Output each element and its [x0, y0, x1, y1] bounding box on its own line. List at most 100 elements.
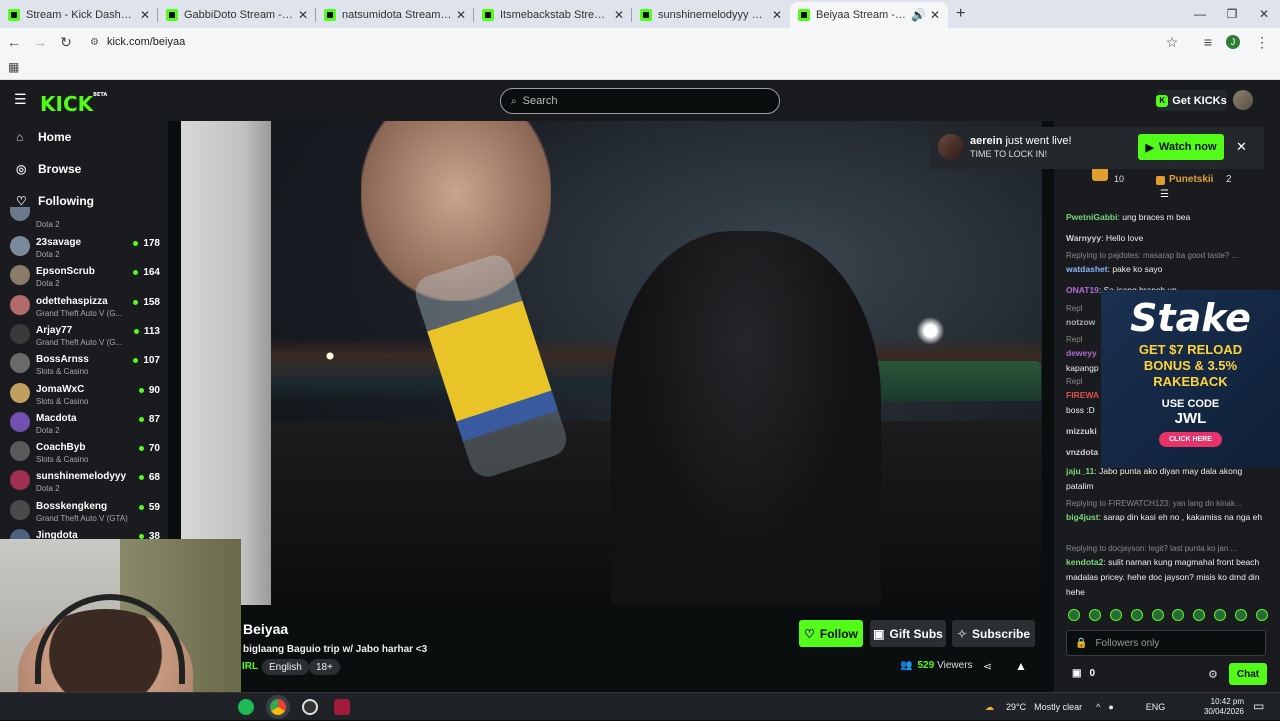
browser-tab-active[interactable]: Beiyaa Stream - Watch Live 🔊 ✕	[790, 2, 948, 28]
close-icon[interactable]: ✕	[1236, 139, 1247, 155]
sidebar-channel[interactable]: Bosskengkeng Grand Theft Auto V (GTA) 59	[10, 498, 160, 527]
sidebar-channel[interactable]: odettehaspizza Grand Theft Auto V (G... 15…	[10, 293, 160, 322]
user-avatar[interactable]	[1233, 90, 1253, 110]
chat-username[interactable]: mizzuki	[1066, 426, 1097, 436]
emote-icon[interactable]	[1214, 609, 1227, 621]
sidebar-channel[interactable]: JomaWxC Slots & Casino 90	[10, 381, 160, 410]
close-tab-icon[interactable]: ✕	[614, 8, 624, 22]
stake-ad-banner[interactable]: Stake GET $7 RELOAD BONUS & 3.5% RAKEBAC…	[1101, 290, 1280, 468]
get-kicks-button[interactable]: K Get KICKs	[1156, 90, 1227, 111]
chat-settings-gear-icon[interactable]: ⚙	[1208, 668, 1218, 681]
emote-icon[interactable]	[1130, 609, 1143, 621]
minimize-icon[interactable]: —	[1184, 0, 1216, 28]
sidebar-channel[interactable]: BossArnss Slots & Casino 107	[10, 351, 160, 380]
emote-icon[interactable]	[1151, 609, 1164, 621]
ad-click-here-button[interactable]: CLICK HERE	[1159, 432, 1222, 447]
hamburger-menu-icon[interactable]: ☰	[14, 91, 27, 108]
browser-tab[interactable]: natsumidota Stream - Watch Li ✕	[316, 2, 474, 28]
chat-reply-context[interactable]: Replying to pajdotes: masarap ba good ta…	[1066, 251, 1272, 260]
profile-avatar[interactable]: J	[1226, 35, 1240, 49]
chat-username[interactable]: PwetniGabbi	[1066, 212, 1117, 222]
browser-tab[interactable]: Itsmebackstab Stream - Watch ✕	[474, 2, 632, 28]
close-tab-icon[interactable]: ✕	[772, 8, 782, 22]
stream-category[interactable]: IRL	[242, 661, 258, 672]
close-window-icon[interactable]: ✕	[1248, 0, 1280, 28]
sidebar-item-following[interactable]: ♡ Following	[16, 194, 94, 208]
follow-button[interactable]: ♡ Follow	[799, 620, 863, 647]
chat-username[interactable]: deweyy	[1066, 348, 1097, 358]
browser-tab[interactable]: sunshinemelodyyy Stream - Wa ✕	[632, 2, 790, 28]
mic-icon[interactable]: ●	[1108, 702, 1113, 712]
subscribe-button[interactable]: ✧ Subscribe	[952, 620, 1035, 647]
expand-leaderboard-icon[interactable]: ☰	[1160, 189, 1169, 200]
report-warning-icon[interactable]: ▲	[1015, 659, 1027, 673]
video-player[interactable]	[181, 121, 1042, 605]
spotify-icon[interactable]	[238, 699, 254, 715]
restore-icon[interactable]: ❐	[1216, 0, 1248, 28]
kick-logo[interactable]: KICKBETA	[40, 92, 107, 116]
close-tab-icon[interactable]: ✕	[140, 8, 150, 22]
back-icon[interactable]: ←	[2, 34, 26, 50]
chat-username[interactable]: kendota2	[1066, 557, 1103, 567]
chat-username[interactable]: vnzdota	[1066, 447, 1098, 457]
media-control-icon[interactable]: ≡	[1196, 34, 1220, 50]
close-tab-icon[interactable]: ✕	[930, 8, 940, 22]
chat-reply-context[interactable]: Replying to FIREWATCH123: yan lang dn ki…	[1066, 499, 1272, 508]
emote-icon[interactable]	[1088, 609, 1101, 621]
sidebar-channel[interactable]: Arjay77 Grand Theft Auto V (G... 113	[10, 322, 160, 351]
tag-language[interactable]: English	[262, 659, 309, 675]
tag-mature[interactable]: 18+	[309, 659, 340, 675]
chat-username[interactable]: big4just	[1066, 512, 1099, 522]
chat-send-button[interactable]: Chat	[1229, 663, 1267, 685]
emote-icon[interactable]	[1193, 609, 1206, 621]
emote-icon[interactable]	[1068, 609, 1080, 621]
forward-icon[interactable]: →	[28, 34, 52, 50]
sidebar-channel[interactable]: EpsonScrub Dota 2 164	[10, 263, 160, 292]
chat-username[interactable]: notzow	[1066, 317, 1095, 327]
site-info-icon[interactable]: ⚙	[90, 37, 99, 48]
sidebar-item-browse[interactable]: ◎ Browse	[16, 162, 81, 176]
kicks-balance[interactable]: ▣ 0	[1072, 668, 1095, 679]
chat-username[interactable]: watdashet	[1066, 264, 1108, 274]
chat-username[interactable]: FIREWA	[1066, 390, 1099, 400]
emote-icon[interactable]	[1109, 609, 1122, 621]
sidebar-item-home[interactable]: ⌂ Home	[16, 130, 71, 144]
chat-username[interactable]: Warnyyy	[1066, 233, 1101, 243]
emote-icon[interactable]	[1172, 609, 1185, 621]
chat-username[interactable]: ONAT19	[1066, 285, 1099, 295]
search-input[interactable]: ⌕ Search	[500, 88, 780, 114]
system-clock[interactable]: 10:42 pm 30/04/2026	[1200, 697, 1244, 717]
obs-icon[interactable]	[302, 699, 318, 715]
streamer-name[interactable]: Beiyaa	[243, 621, 288, 637]
chat-input[interactable]: 🔒 Followers only	[1066, 630, 1266, 656]
browser-tab[interactable]: GabbiDoto Stream - Watch Live ✕	[158, 2, 316, 28]
url-field[interactable]: ⚙ kick.com/beiyaa	[84, 31, 1158, 53]
chat-reply-context[interactable]: Replying to docjayson: legit? last punta…	[1066, 544, 1272, 553]
apps-grid-icon[interactable]: ▦	[8, 60, 19, 74]
chat-username[interactable]: jaju_11	[1066, 466, 1094, 476]
emote-icon[interactable]	[1235, 609, 1247, 621]
watch-now-button[interactable]: ▶ Watch now	[1138, 134, 1224, 160]
speaker-icon[interactable]: 🔊	[911, 8, 926, 22]
emote-icon[interactable]	[1255, 609, 1268, 621]
share-icon[interactable]: ⋖	[983, 660, 992, 673]
browser-menu-icon[interactable]: ⋮	[1250, 34, 1274, 51]
sidebar-channel[interactable]: 23savage Dota 2 178	[10, 234, 160, 263]
close-tab-icon[interactable]: ✕	[298, 8, 308, 22]
browser-tab[interactable]: Stream - Kick Dashboard ✕	[0, 2, 158, 28]
leaderboard-user[interactable]: Punetskii	[1169, 174, 1213, 185]
notification-center-icon[interactable]: ▭	[1253, 699, 1264, 713]
partial-channel[interactable]: Dota 2	[10, 207, 160, 229]
bookmark-star-icon[interactable]: ☆	[1160, 34, 1184, 51]
chrome-icon[interactable]	[270, 699, 286, 715]
gift-subs-button[interactable]: ▣ Gift Subs	[870, 620, 946, 647]
new-tab-button[interactable]: +	[956, 5, 965, 23]
sidebar-channel[interactable]: CoachByb Slots & Casino 70	[10, 439, 160, 468]
sidebar-channel[interactable]: Macdota Dota 2 87	[10, 410, 160, 439]
tray-chevron-icon[interactable]: ^	[1096, 702, 1100, 712]
sidebar-channel[interactable]: sunshinemelodyyy Dota 2 68	[10, 468, 160, 497]
close-tab-icon[interactable]: ✕	[456, 8, 466, 22]
reload-icon[interactable]: ↻	[54, 34, 78, 51]
lang-indicator[interactable]: ENG	[1146, 702, 1166, 712]
app-icon[interactable]	[334, 699, 350, 715]
